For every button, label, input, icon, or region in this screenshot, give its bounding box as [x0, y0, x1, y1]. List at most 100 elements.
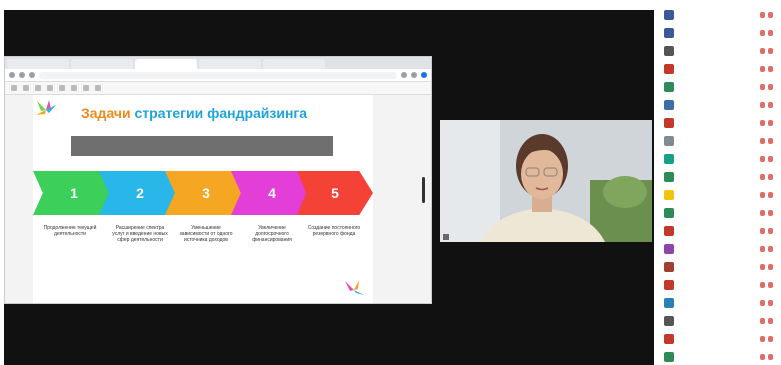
- participant-status-icons: [760, 174, 773, 180]
- participant-avatar: [664, 28, 674, 38]
- video-off-icon: [768, 66, 773, 72]
- participant-row[interactable]: [656, 114, 781, 132]
- steps-arrow-row: 1 2 3 4 5: [33, 171, 373, 215]
- browser-tab[interactable]: [71, 59, 133, 69]
- participant-status-icons: [760, 228, 773, 234]
- step-number: 5: [331, 185, 339, 201]
- browser-tab[interactable]: [7, 59, 69, 69]
- browser-tab-active[interactable]: [135, 59, 197, 69]
- video-off-icon: [768, 210, 773, 216]
- reload-icon[interactable]: [29, 72, 35, 78]
- slide-title-part2: стратегии фандрайзинга: [134, 105, 308, 121]
- video-off-icon: [768, 282, 773, 288]
- zoom-out-icon[interactable]: [35, 85, 41, 91]
- participant-row[interactable]: [656, 348, 781, 365]
- participant-status-icons: [760, 192, 773, 198]
- extensions-icon[interactable]: [411, 72, 417, 78]
- mic-muted-icon: [760, 138, 765, 144]
- participant-status-icons: [760, 48, 773, 54]
- participant-row[interactable]: [656, 312, 781, 330]
- slide-page: Задачи стратегии фандрайзинга 1 2 3 4 5 …: [33, 95, 373, 303]
- participant-row[interactable]: [656, 6, 781, 24]
- mic-muted-icon: [760, 210, 765, 216]
- menu-icon[interactable]: [11, 85, 17, 91]
- participant-row[interactable]: [656, 42, 781, 60]
- participant-status-icons: [760, 354, 773, 360]
- url-field[interactable]: [39, 71, 397, 79]
- step-number: 4: [268, 185, 276, 201]
- step-label-5: Создание постоянного резервного фонда: [307, 225, 361, 237]
- mic-muted-icon: [760, 48, 765, 54]
- video-off-icon: [768, 174, 773, 180]
- browser-address-bar: [5, 69, 431, 82]
- participant-avatar: [664, 352, 674, 362]
- video-off-icon: [768, 300, 773, 306]
- participant-row[interactable]: [656, 294, 781, 312]
- decorative-burst-icon: [36, 100, 56, 115]
- video-off-icon: [768, 192, 773, 198]
- mic-muted-icon: [760, 318, 765, 324]
- participant-row[interactable]: [656, 60, 781, 78]
- video-off-icon: [768, 264, 773, 270]
- video-off-icon: [768, 156, 773, 162]
- participant-status-icons: [760, 120, 773, 126]
- participant-row[interactable]: [656, 240, 781, 258]
- mic-muted-icon: [760, 66, 765, 72]
- browser-tab[interactable]: [263, 59, 325, 69]
- forward-icon[interactable]: [19, 72, 25, 78]
- participant-row[interactable]: [656, 258, 781, 276]
- participant-row[interactable]: [656, 186, 781, 204]
- participant-status-icons: [760, 300, 773, 306]
- participant-row[interactable]: [656, 222, 781, 240]
- participant-avatar: [664, 64, 674, 74]
- save-icon[interactable]: [95, 85, 101, 91]
- page-scrollbar[interactable]: [422, 177, 425, 203]
- participant-row[interactable]: [656, 132, 781, 150]
- participant-row[interactable]: [656, 78, 781, 96]
- participant-row[interactable]: [656, 330, 781, 348]
- participant-row[interactable]: [656, 204, 781, 222]
- browser-tab[interactable]: [199, 59, 261, 69]
- draw-icon[interactable]: [23, 85, 29, 91]
- mic-muted-icon: [760, 354, 765, 360]
- print-icon[interactable]: [83, 85, 89, 91]
- participant-row[interactable]: [656, 276, 781, 294]
- participant-status-icons: [760, 210, 773, 216]
- participant-avatar: [664, 172, 674, 182]
- participant-status-icons: [760, 156, 773, 162]
- rotate-icon[interactable]: [71, 85, 77, 91]
- participant-row[interactable]: [656, 168, 781, 186]
- participant-status-icons: [760, 282, 773, 288]
- profile-icon[interactable]: [421, 72, 427, 78]
- video-off-icon: [768, 102, 773, 108]
- fit-page-icon[interactable]: [59, 85, 65, 91]
- mic-muted-icon: [760, 120, 765, 126]
- step-label-1: Продолжение текущей деятельности: [43, 225, 97, 237]
- speaker-video-tile[interactable]: [440, 120, 652, 242]
- mic-muted-icon: [760, 192, 765, 198]
- mic-muted-icon: [760, 300, 765, 306]
- participant-avatar: [664, 136, 674, 146]
- zoom-in-icon[interactable]: [47, 85, 53, 91]
- participant-row[interactable]: [656, 24, 781, 42]
- participant-avatar: [664, 46, 674, 56]
- mic-muted-icon: [760, 246, 765, 252]
- participant-row[interactable]: [656, 150, 781, 168]
- pdf-viewer-toolbar: [5, 82, 431, 95]
- step-label-3: Уменьшение зависимости от одного источни…: [179, 225, 233, 243]
- participant-avatar: [664, 10, 674, 20]
- step-arrow-5: 5: [297, 171, 373, 215]
- mic-muted-icon: [760, 156, 765, 162]
- mic-muted-icon: [760, 12, 765, 18]
- video-off-icon: [768, 120, 773, 126]
- participant-status-icons: [760, 138, 773, 144]
- participant-status-icons: [760, 246, 773, 252]
- bookmark-icon[interactable]: [401, 72, 407, 78]
- participant-avatar: [664, 334, 674, 344]
- back-icon[interactable]: [9, 72, 15, 78]
- slide-title: Задачи стратегии фандрайзинга: [81, 105, 307, 121]
- step-label-4: Увеличение долгосрочного финансирования: [252, 225, 292, 243]
- participant-row[interactable]: [656, 96, 781, 114]
- mic-muted-icon: [760, 102, 765, 108]
- participant-status-icons: [760, 30, 773, 36]
